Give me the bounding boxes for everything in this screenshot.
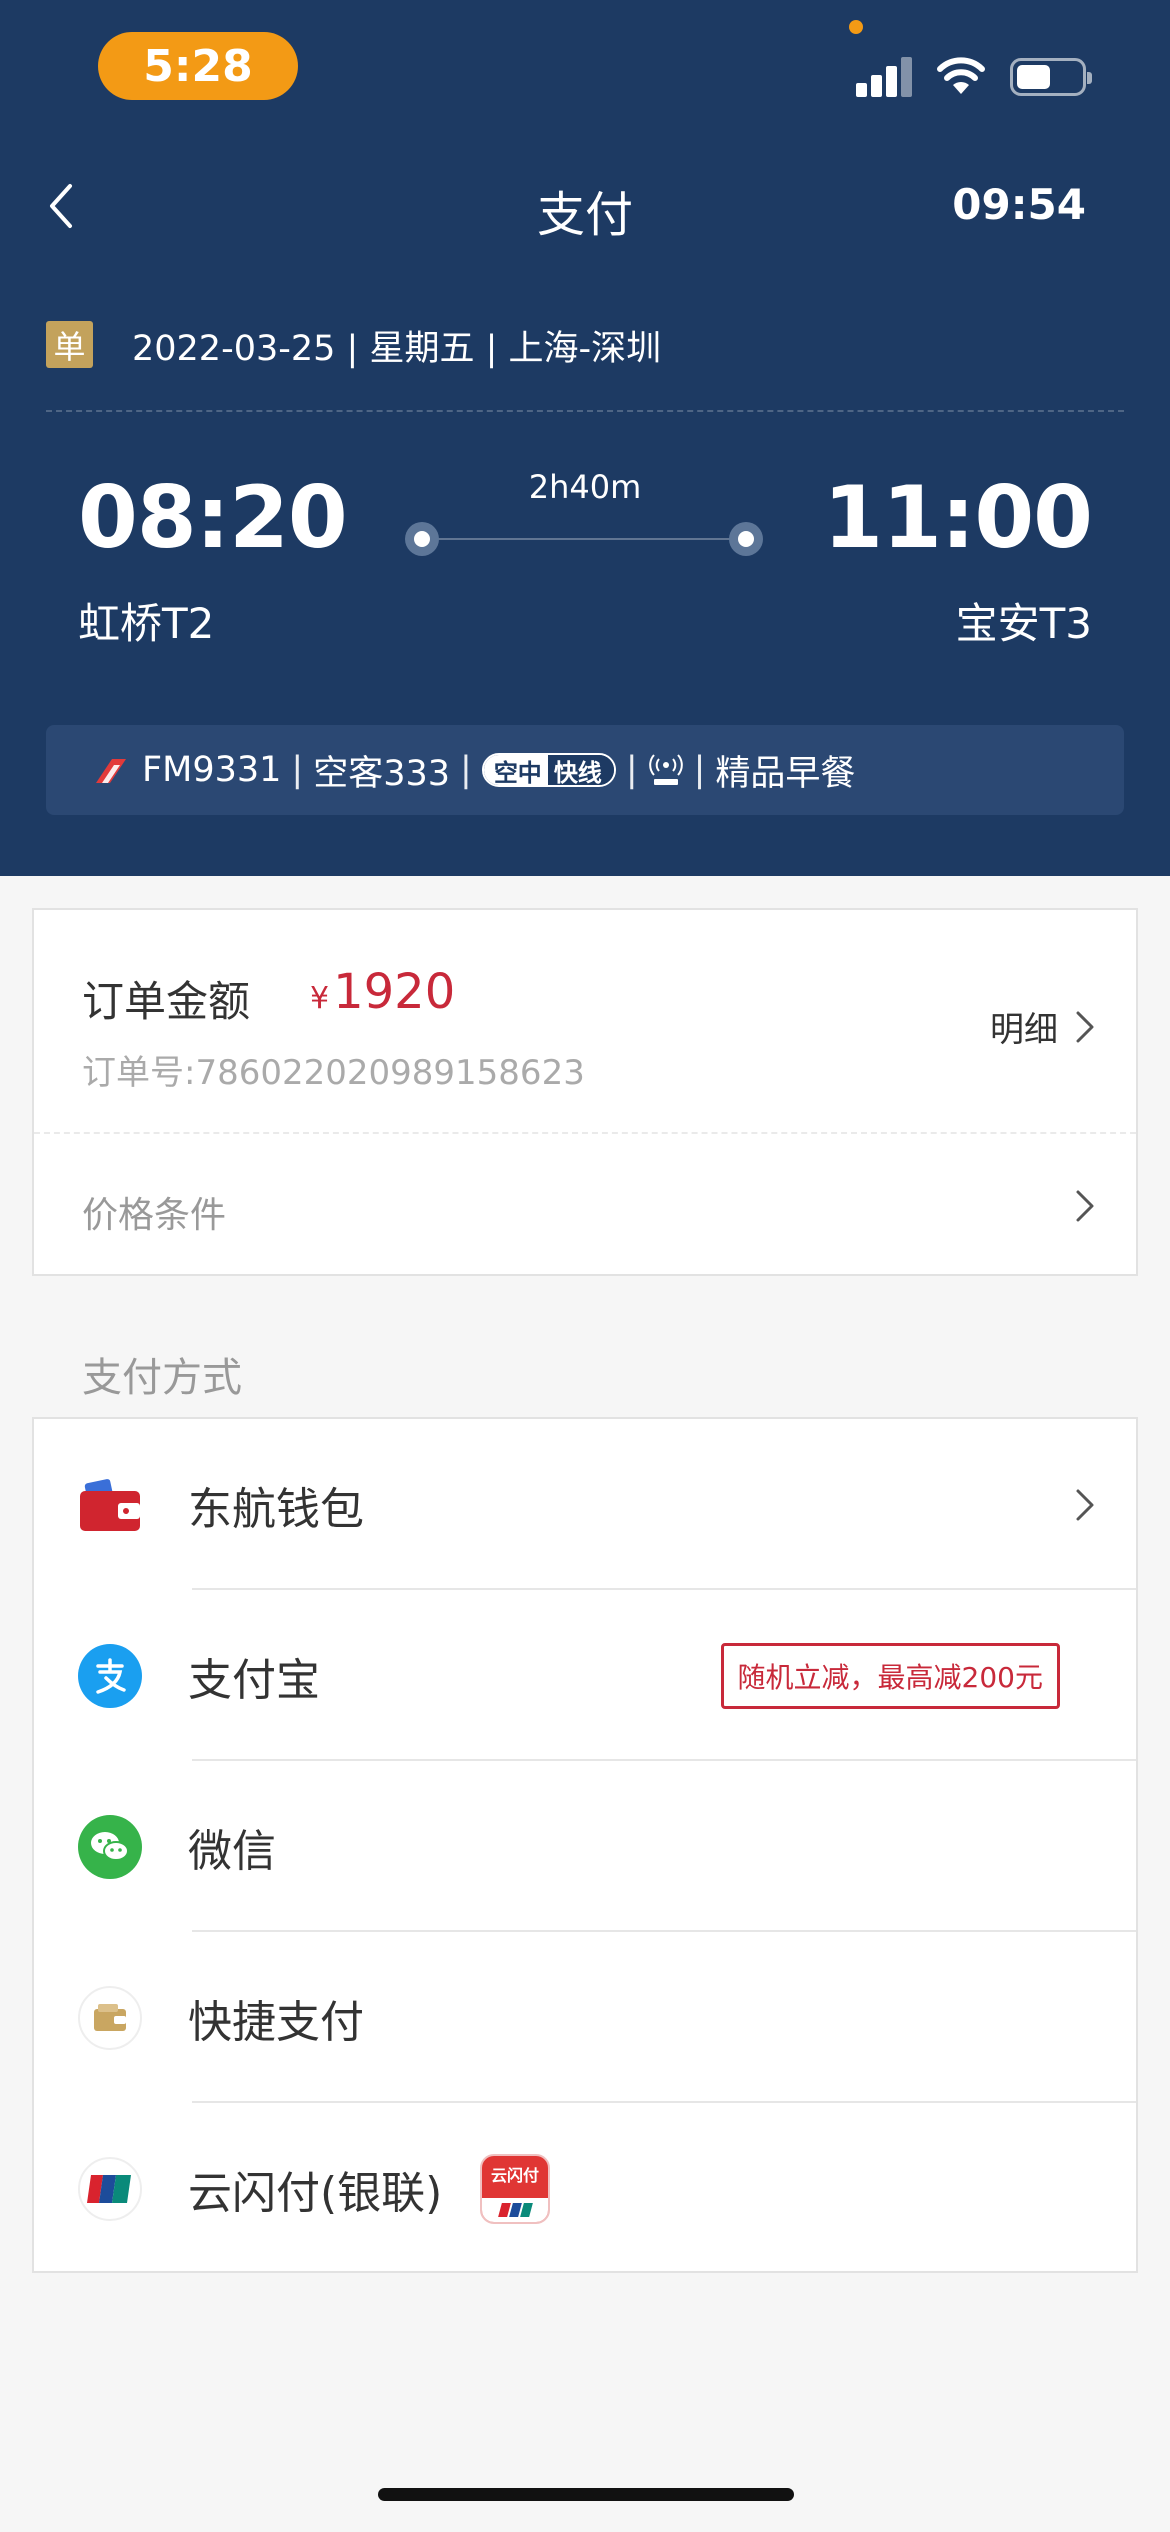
chevron-right-icon bbox=[1076, 1489, 1094, 1520]
payment-option-eastern-wallet[interactable]: 东航钱包 bbox=[34, 1419, 1136, 1590]
chevron-right-icon[interactable] bbox=[1074, 1188, 1096, 1224]
payment-option-quick-pay[interactable]: 快捷支付 bbox=[34, 1932, 1136, 2103]
separator: | bbox=[460, 750, 472, 790]
flight-info-bar: FM9331 | 空客333 | 空中 快线 | | 精品早餐 bbox=[46, 725, 1124, 815]
payment-option-unionpay[interactable]: 云闪付(银联) 云闪付 bbox=[34, 2103, 1136, 2274]
departure-time: 08:20 bbox=[78, 468, 348, 568]
order-amount: ¥1920 bbox=[310, 964, 455, 1020]
payment-methods-list: 东航钱包 支付宝 随机立减，最高减200元 微信 快捷支付 云闪付(银联) 云闪… bbox=[32, 1417, 1138, 2273]
separator: | bbox=[625, 750, 638, 790]
privacy-indicator-dot bbox=[849, 20, 863, 34]
arrival-time: 11:00 bbox=[823, 468, 1093, 568]
flight-number: FM9331 bbox=[142, 750, 282, 790]
battery-icon bbox=[1010, 58, 1092, 96]
arrival-airport: 宝安T3 bbox=[955, 599, 1092, 648]
wifi-icon bbox=[937, 57, 985, 94]
meal-info: 精品早餐 bbox=[715, 753, 856, 794]
yunshanfu-app-icon: 云闪付 bbox=[480, 2153, 550, 2224]
flight-header: 5:28 支付 09:54 单 2022-03-25 | 星期五 | 上海-深圳… bbox=[0, 0, 1170, 876]
chevron-right-icon bbox=[1076, 1011, 1094, 1042]
origin-dot-icon bbox=[405, 522, 439, 556]
order-amount-label: 订单金额 bbox=[82, 977, 251, 1026]
payment-option-label: 微信 bbox=[188, 1825, 276, 1877]
status-time: 5:28 bbox=[98, 32, 298, 100]
order-detail-button[interactable]: 明细 bbox=[990, 1002, 1096, 1051]
payment-option-label: 支付宝 bbox=[188, 1654, 320, 1706]
currency-symbol: ¥ bbox=[310, 981, 330, 1016]
payment-option-label: 快捷支付 bbox=[188, 1996, 364, 2048]
payment-methods-title: 支付方式 bbox=[82, 1355, 242, 1401]
wallet-icon bbox=[80, 1478, 140, 1531]
unionpay-icon bbox=[78, 2156, 142, 2221]
cellular-signal-icon bbox=[856, 55, 914, 97]
order-amount-value: 1920 bbox=[333, 964, 456, 1020]
destination-dot-icon bbox=[729, 522, 763, 556]
payment-option-wechat[interactable]: 微信 bbox=[34, 1761, 1136, 1932]
payment-option-label: 东航钱包 bbox=[188, 1483, 364, 1535]
divider bbox=[34, 1132, 1136, 1134]
payment-option-alipay[interactable]: 支付宝 随机立减，最高减200元 bbox=[34, 1590, 1136, 1761]
yunshanfu-app-label: 云闪付 bbox=[490, 2165, 539, 2185]
alipay-promo-badge: 随机立减，最高减200元 bbox=[720, 1642, 1060, 1709]
back-arrow-icon[interactable] bbox=[38, 176, 88, 236]
one-way-badge: 单 bbox=[46, 321, 93, 368]
express-badge-right: 快线 bbox=[547, 755, 614, 785]
separator: | bbox=[693, 750, 706, 790]
wechat-icon bbox=[78, 1814, 142, 1879]
order-detail-label: 明细 bbox=[990, 1010, 1058, 1050]
payment-option-label: 云闪付(银联) bbox=[188, 2167, 443, 2219]
aircraft-type: 空客333 bbox=[313, 753, 451, 794]
onboard-wifi-icon bbox=[648, 754, 683, 785]
trip-date-route: 2022-03-25 | 星期五 | 上海-深圳 bbox=[132, 329, 662, 369]
quick-pay-icon bbox=[78, 1985, 142, 2050]
price-conditions-label[interactable]: 价格条件 bbox=[82, 1186, 226, 1238]
flight-duration: 2h40m bbox=[528, 468, 642, 506]
express-badge-left: 空中 bbox=[483, 755, 548, 785]
airline-logo-icon bbox=[96, 759, 126, 783]
payment-countdown: 09:54 bbox=[952, 180, 1086, 229]
divider bbox=[46, 410, 1124, 412]
order-number: 订单号:786022020989158623 bbox=[82, 1053, 585, 1093]
order-summary-card: 订单金额 ¥1920 订单号:786022020989158623 明细 价格条… bbox=[32, 908, 1138, 1276]
route-line bbox=[422, 538, 748, 540]
departure-airport: 虹桥T2 bbox=[78, 599, 215, 648]
air-express-badge: 空中 快线 bbox=[481, 753, 616, 787]
separator: | bbox=[291, 750, 304, 790]
home-indicator[interactable] bbox=[378, 2488, 794, 2501]
alipay-icon bbox=[78, 1643, 142, 1708]
page-title: 支付 bbox=[536, 187, 633, 243]
